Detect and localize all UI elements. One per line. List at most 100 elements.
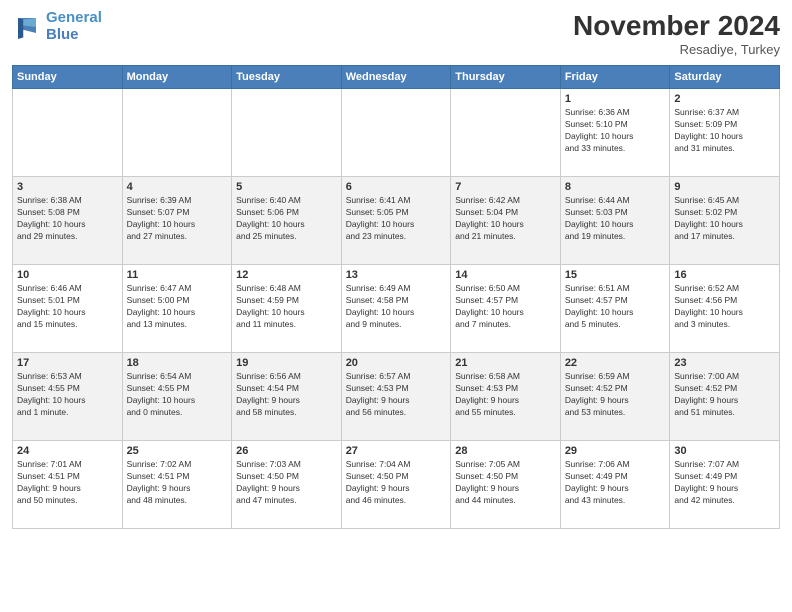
col-header-friday: Friday bbox=[560, 66, 670, 89]
day-number: 24 bbox=[17, 445, 118, 457]
calendar-cell: 25 Sunrise: 7:02 AMSunset: 4:51 PMDayligh… bbox=[122, 441, 232, 529]
day-number: 7 bbox=[455, 181, 556, 193]
day-info: Sunrise: 6:48 AMSunset: 4:59 PMDaylight:… bbox=[236, 283, 337, 331]
day-info: Sunrise: 7:05 AMSunset: 4:50 PMDaylight:… bbox=[455, 459, 556, 507]
day-number: 3 bbox=[17, 181, 118, 193]
calendar-cell bbox=[232, 89, 342, 177]
day-info: Sunrise: 6:39 AMSunset: 5:07 PMDaylight:… bbox=[127, 195, 228, 243]
day-info: Sunrise: 6:52 AMSunset: 4:56 PMDaylight:… bbox=[674, 283, 775, 331]
day-info: Sunrise: 6:53 AMSunset: 4:55 PMDaylight:… bbox=[17, 371, 118, 419]
calendar-cell: 18 Sunrise: 6:54 AMSunset: 4:55 PMDayligh… bbox=[122, 353, 232, 441]
day-info: Sunrise: 6:41 AMSunset: 5:05 PMDaylight:… bbox=[346, 195, 447, 243]
calendar-cell: 29Sunrise: 7:06 AMSunset: 4:49 PMDayligh… bbox=[560, 441, 670, 529]
day-number: 18 bbox=[127, 357, 228, 369]
col-header-wednesday: Wednesday bbox=[341, 66, 451, 89]
day-info: Sunrise: 6:45 AMSunset: 5:02 PMDaylight:… bbox=[674, 195, 775, 243]
day-number: 9 bbox=[674, 181, 775, 193]
day-number: 4 bbox=[127, 181, 228, 193]
calendar-cell: 24 Sunrise: 7:01 AMSunset: 4:51 PMDayligh… bbox=[13, 441, 123, 529]
day-info: Sunrise: 7:02 AMSunset: 4:51 PMDaylight:… bbox=[127, 459, 228, 507]
week-row-2: 3 Sunrise: 6:38 AMSunset: 5:08 PMDaylight… bbox=[13, 177, 780, 265]
day-number: 27 bbox=[346, 445, 447, 457]
header: General Blue November 2024 Resadiye, Tur… bbox=[12, 10, 780, 57]
day-info: Sunrise: 7:01 AMSunset: 4:51 PMDaylight:… bbox=[17, 459, 118, 507]
day-info: Sunrise: 6:56 AMSunset: 4:54 PMDaylight:… bbox=[236, 371, 337, 419]
calendar-cell bbox=[122, 89, 232, 177]
calendar-cell: 13Sunrise: 6:49 AMSunset: 4:58 PMDayligh… bbox=[341, 265, 451, 353]
calendar-cell bbox=[341, 89, 451, 177]
logo-line1: General bbox=[46, 9, 102, 26]
logo-text: General Blue bbox=[46, 10, 102, 43]
day-number: 12 bbox=[236, 269, 337, 281]
calendar-cell bbox=[13, 89, 123, 177]
calendar-cell: 20 Sunrise: 6:57 AMSunset: 4:53 PMDayligh… bbox=[341, 353, 451, 441]
calendar-cell: 12 Sunrise: 6:48 AMSunset: 4:59 PMDayligh… bbox=[232, 265, 342, 353]
day-info: Sunrise: 7:03 AMSunset: 4:50 PMDaylight:… bbox=[236, 459, 337, 507]
day-info: Sunrise: 6:47 AMSunset: 5:00 PMDaylight:… bbox=[127, 283, 228, 331]
day-info: Sunrise: 6:57 AMSunset: 4:53 PMDaylight:… bbox=[346, 371, 447, 419]
calendar-cell: 1 Sunrise: 6:36 AMSunset: 5:10 PMDaylight… bbox=[560, 89, 670, 177]
calendar-cell: 14 Sunrise: 6:50 AMSunset: 4:57 PMDayligh… bbox=[451, 265, 561, 353]
day-info: Sunrise: 6:46 AMSunset: 5:01 PMDaylight:… bbox=[17, 283, 118, 331]
title-block: November 2024 Resadiye, Turkey bbox=[573, 10, 780, 57]
calendar-cell: 19Sunrise: 6:56 AMSunset: 4:54 PMDayligh… bbox=[232, 353, 342, 441]
day-number: 14 bbox=[455, 269, 556, 281]
col-header-monday: Monday bbox=[122, 66, 232, 89]
day-number: 26 bbox=[236, 445, 337, 457]
day-info: Sunrise: 7:06 AMSunset: 4:49 PMDaylight:… bbox=[565, 459, 666, 507]
calendar-cell: 7 Sunrise: 6:42 AMSunset: 5:04 PMDaylight… bbox=[451, 177, 561, 265]
day-number: 16 bbox=[674, 269, 775, 281]
calendar-cell: 8 Sunrise: 6:44 AMSunset: 5:03 PMDaylight… bbox=[560, 177, 670, 265]
col-header-saturday: Saturday bbox=[670, 66, 780, 89]
calendar-cell: 16 Sunrise: 6:52 AMSunset: 4:56 PMDayligh… bbox=[670, 265, 780, 353]
day-number: 5 bbox=[236, 181, 337, 193]
calendar-cell: 27 Sunrise: 7:04 AMSunset: 4:50 PMDayligh… bbox=[341, 441, 451, 529]
day-info: Sunrise: 6:58 AMSunset: 4:53 PMDaylight:… bbox=[455, 371, 556, 419]
calendar-cell: 23Sunrise: 7:00 AMSunset: 4:52 PMDayligh… bbox=[670, 353, 780, 441]
day-info: Sunrise: 6:51 AMSunset: 4:57 PMDaylight:… bbox=[565, 283, 666, 331]
day-number: 20 bbox=[346, 357, 447, 369]
header-row: SundayMondayTuesdayWednesdayThursdayFrid… bbox=[13, 66, 780, 89]
day-number: 10 bbox=[17, 269, 118, 281]
day-info: Sunrise: 6:38 AMSunset: 5:08 PMDaylight:… bbox=[17, 195, 118, 243]
calendar-cell: 22Sunrise: 6:59 AMSunset: 4:52 PMDayligh… bbox=[560, 353, 670, 441]
day-info: Sunrise: 6:50 AMSunset: 4:57 PMDaylight:… bbox=[455, 283, 556, 331]
day-info: Sunrise: 6:37 AMSunset: 5:09 PMDaylight:… bbox=[674, 107, 775, 155]
day-info: Sunrise: 6:49 AMSunset: 4:58 PMDaylight:… bbox=[346, 283, 447, 331]
calendar-cell: 9 Sunrise: 6:45 AMSunset: 5:02 PMDaylight… bbox=[670, 177, 780, 265]
day-info: Sunrise: 6:40 AMSunset: 5:06 PMDaylight:… bbox=[236, 195, 337, 243]
calendar-cell: 5 Sunrise: 6:40 AMSunset: 5:06 PMDaylight… bbox=[232, 177, 342, 265]
day-number: 30 bbox=[674, 445, 775, 457]
day-number: 17 bbox=[17, 357, 118, 369]
day-number: 11 bbox=[127, 269, 228, 281]
col-header-thursday: Thursday bbox=[451, 66, 561, 89]
day-number: 25 bbox=[127, 445, 228, 457]
calendar-cell: 21 Sunrise: 6:58 AMSunset: 4:53 PMDayligh… bbox=[451, 353, 561, 441]
day-info: Sunrise: 6:44 AMSunset: 5:03 PMDaylight:… bbox=[565, 195, 666, 243]
day-number: 6 bbox=[346, 181, 447, 193]
calendar-cell: 28 Sunrise: 7:05 AMSunset: 4:50 PMDayligh… bbox=[451, 441, 561, 529]
day-info: Sunrise: 6:59 AMSunset: 4:52 PMDaylight:… bbox=[565, 371, 666, 419]
day-info: Sunrise: 6:36 AMSunset: 5:10 PMDaylight:… bbox=[565, 107, 666, 155]
calendar-cell: 6 Sunrise: 6:41 AMSunset: 5:05 PMDaylight… bbox=[341, 177, 451, 265]
day-number: 1 bbox=[565, 93, 666, 105]
calendar-cell: 15Sunrise: 6:51 AMSunset: 4:57 PMDayligh… bbox=[560, 265, 670, 353]
day-number: 8 bbox=[565, 181, 666, 193]
day-info: Sunrise: 7:04 AMSunset: 4:50 PMDaylight:… bbox=[346, 459, 447, 507]
day-number: 28 bbox=[455, 445, 556, 457]
calendar-cell: 2 Sunrise: 6:37 AMSunset: 5:09 PMDaylight… bbox=[670, 89, 780, 177]
logo-line2: Blue bbox=[46, 26, 79, 43]
day-info: Sunrise: 7:00 AMSunset: 4:52 PMDaylight:… bbox=[674, 371, 775, 419]
week-row-5: 24 Sunrise: 7:01 AMSunset: 4:51 PMDayligh… bbox=[13, 441, 780, 529]
day-number: 21 bbox=[455, 357, 556, 369]
day-info: Sunrise: 6:54 AMSunset: 4:55 PMDaylight:… bbox=[127, 371, 228, 419]
day-info: Sunrise: 6:42 AMSunset: 5:04 PMDaylight:… bbox=[455, 195, 556, 243]
location-subtitle: Resadiye, Turkey bbox=[573, 42, 780, 57]
week-row-3: 10 Sunrise: 6:46 AMSunset: 5:01 PMDayligh… bbox=[13, 265, 780, 353]
day-number: 2 bbox=[674, 93, 775, 105]
week-row-4: 17 Sunrise: 6:53 AMSunset: 4:55 PMDayligh… bbox=[13, 353, 780, 441]
calendar-cell: 17 Sunrise: 6:53 AMSunset: 4:55 PMDayligh… bbox=[13, 353, 123, 441]
calendar-cell: 4 Sunrise: 6:39 AMSunset: 5:07 PMDaylight… bbox=[122, 177, 232, 265]
calendar-cell bbox=[451, 89, 561, 177]
logo-icon bbox=[12, 12, 42, 42]
